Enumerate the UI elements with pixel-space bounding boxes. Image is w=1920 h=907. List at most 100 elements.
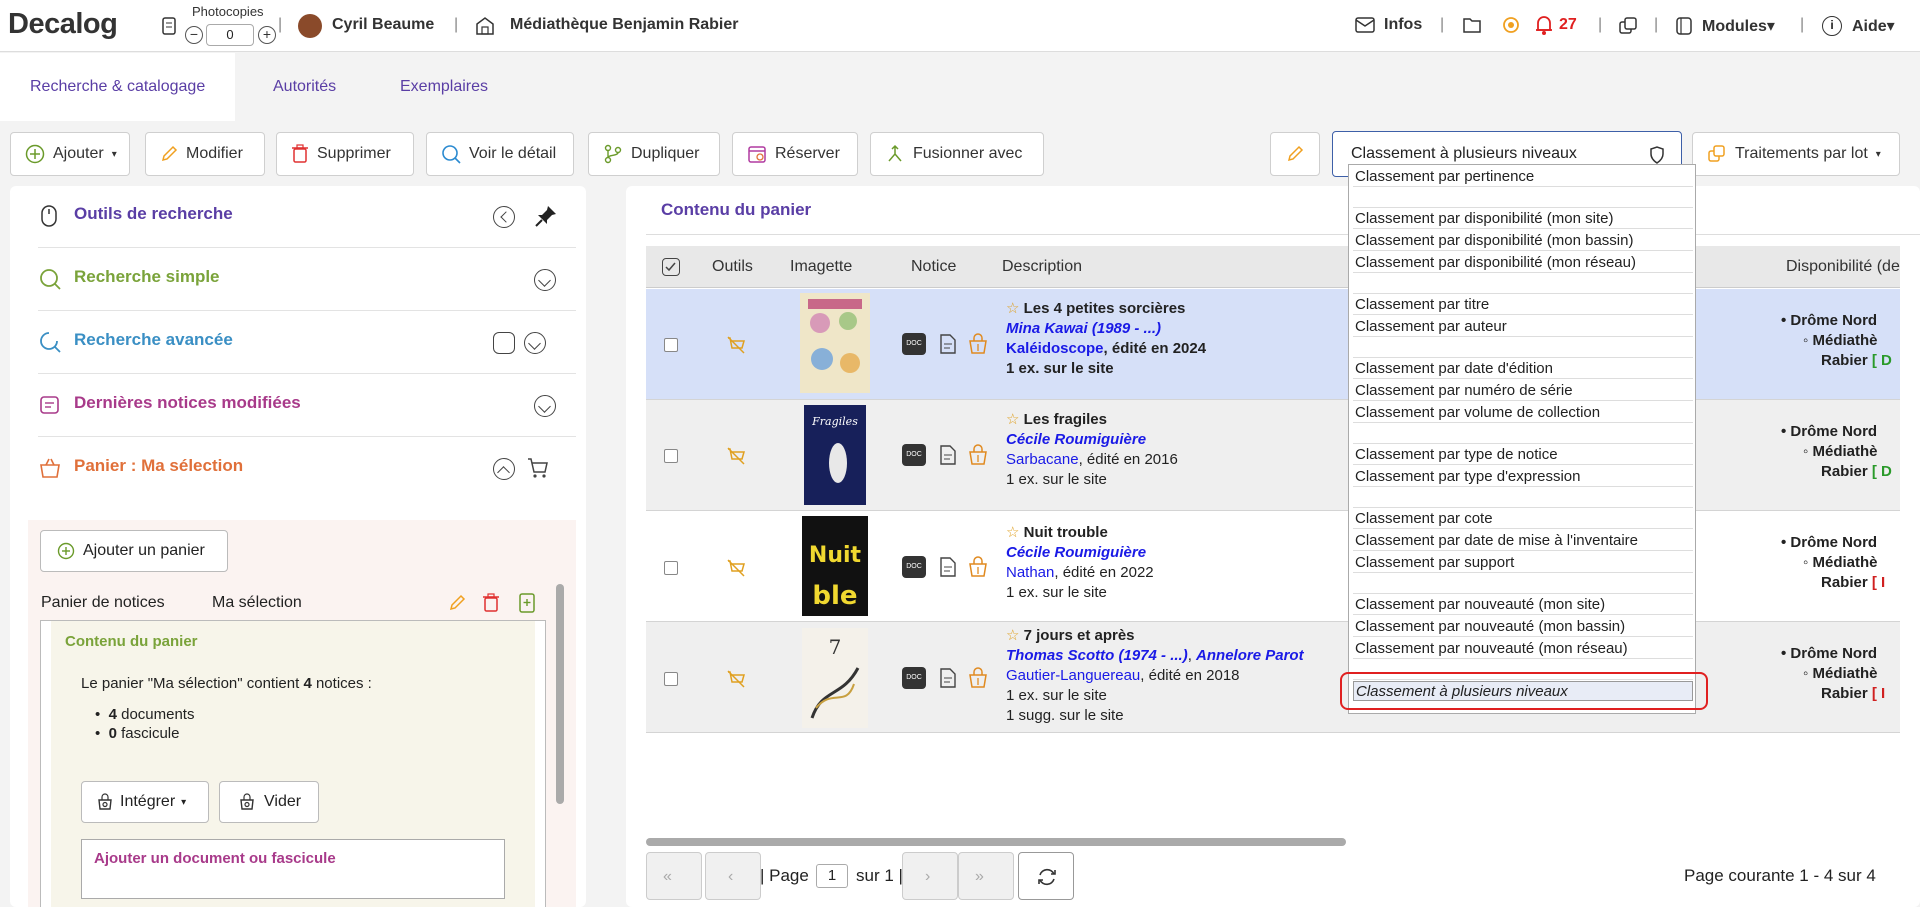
row-title[interactable]: 7 jours et après bbox=[1024, 627, 1135, 644]
edit-sort-button[interactable] bbox=[1270, 132, 1320, 176]
select-all-checkbox[interactable] bbox=[662, 258, 680, 276]
square-icon[interactable] bbox=[493, 332, 515, 354]
row-checkbox[interactable] bbox=[664, 561, 678, 575]
broadcast-icon[interactable] bbox=[1500, 14, 1522, 36]
sidebar-item-panier[interactable]: Panier : Ma sélection bbox=[38, 438, 576, 500]
sort-option[interactable]: Classement par auteur bbox=[1353, 317, 1693, 337]
row-checkbox[interactable] bbox=[664, 449, 678, 463]
doc-icon[interactable]: DOC bbox=[902, 333, 926, 355]
sort-option[interactable]: Classement par pertinence bbox=[1353, 167, 1693, 187]
cover-image[interactable] bbox=[800, 293, 870, 393]
chevron-down-icon[interactable] bbox=[524, 332, 546, 354]
cart-icon[interactable] bbox=[526, 456, 550, 480]
sort-option[interactable]: Classement par date de mise à l'inventai… bbox=[1353, 531, 1693, 551]
notice-icon[interactable] bbox=[938, 444, 958, 466]
row-publisher[interactable]: Sarbacane bbox=[1006, 451, 1079, 468]
sort-option[interactable]: Classement par disponibilité (mon site) bbox=[1353, 209, 1693, 229]
merge-button[interactable]: Fusionner avec bbox=[870, 132, 1044, 176]
sort-option[interactable]: Classement par titre bbox=[1353, 295, 1693, 315]
duplicate-button[interactable]: Dupliquer bbox=[588, 132, 720, 176]
user-avatar[interactable] bbox=[298, 14, 322, 38]
row-author-2[interactable]: Annelore Parot bbox=[1196, 647, 1304, 664]
view-detail-button[interactable]: Voir le détail bbox=[426, 132, 574, 176]
basket-icon[interactable] bbox=[968, 556, 988, 578]
basket-name[interactable]: Ma sélection bbox=[212, 594, 302, 612]
first-page-button[interactable]: « bbox=[646, 852, 702, 900]
row-publisher[interactable]: Nathan bbox=[1006, 564, 1054, 581]
table-row[interactable]: 7 DOC ☆ 7 jours et après Thomas Scotto (… bbox=[646, 622, 1900, 733]
chevron-down-icon[interactable] bbox=[534, 269, 556, 291]
remove-cart-icon[interactable] bbox=[726, 335, 746, 355]
sort-option[interactable]: Classement par date d'édition bbox=[1353, 359, 1693, 379]
sort-option[interactable]: Classement par nouveauté (mon site) bbox=[1353, 595, 1693, 615]
prev-page-button[interactable]: ‹ bbox=[705, 852, 761, 900]
star-icon[interactable]: ☆ bbox=[1006, 411, 1019, 428]
table-row[interactable]: Nuit ble DOC ☆ Nuit trouble Cécile Roumig… bbox=[646, 511, 1900, 622]
row-title[interactable]: Nuit trouble bbox=[1024, 524, 1108, 541]
row-publisher[interactable]: Gautier-Languereau bbox=[1006, 667, 1140, 684]
row-title[interactable]: Les fragiles bbox=[1024, 411, 1107, 428]
bell-icon[interactable] bbox=[1534, 14, 1554, 36]
user-name[interactable]: Cyril Beaume bbox=[332, 16, 434, 34]
last-page-button[interactable]: » bbox=[958, 852, 1014, 900]
cover-image[interactable]: 7 bbox=[802, 628, 868, 728]
tab-autorites[interactable]: Autorités bbox=[243, 53, 366, 121]
reserve-button[interactable]: Réserver bbox=[732, 132, 858, 176]
photocopies-count-input[interactable]: 0 bbox=[206, 24, 254, 46]
table-row[interactable]: DOC ☆ Les 4 petites sorcières Mina Kawai… bbox=[646, 289, 1900, 400]
edit-button[interactable]: Modifier bbox=[145, 132, 265, 176]
integrate-button[interactable]: Intégrer ▾ bbox=[81, 781, 209, 823]
notice-icon[interactable] bbox=[938, 556, 958, 578]
col-description[interactable]: Description bbox=[1002, 246, 1082, 288]
notice-icon[interactable] bbox=[938, 667, 958, 689]
row-author[interactable]: Mina Kawai (1989 - ...) bbox=[1006, 319, 1206, 339]
sort-option[interactable]: Classement par support bbox=[1353, 553, 1693, 573]
basket-icon[interactable] bbox=[968, 333, 988, 355]
cover-image[interactable]: Nuit ble bbox=[802, 516, 868, 616]
add-button[interactable]: Ajouter ▾ bbox=[10, 132, 130, 176]
tab-exemplaires[interactable]: Exemplaires bbox=[370, 53, 518, 121]
sidebar-item-recherche-simple[interactable]: Recherche simple bbox=[38, 249, 576, 311]
cover-image[interactable]: Fragiles bbox=[804, 405, 866, 505]
photocopies-plus-button[interactable]: + bbox=[258, 26, 276, 44]
refresh-button[interactable] bbox=[1018, 852, 1074, 900]
windows-icon[interactable] bbox=[1618, 16, 1638, 36]
notice-icon[interactable] bbox=[938, 333, 958, 355]
collapse-left-icon[interactable] bbox=[493, 206, 515, 228]
batch-button[interactable]: Traitements par lot ▾ bbox=[1692, 132, 1900, 176]
remove-cart-icon[interactable] bbox=[726, 558, 746, 578]
tab-recherche[interactable]: Recherche & catalogage bbox=[0, 53, 236, 121]
sort-option[interactable]: Classement par disponibilité (mon réseau… bbox=[1353, 253, 1693, 273]
trash-icon[interactable] bbox=[482, 593, 500, 613]
doc-icon[interactable]: DOC bbox=[902, 444, 926, 466]
row-author[interactable]: Cécile Roumiguière bbox=[1006, 543, 1154, 563]
pin-icon[interactable] bbox=[534, 204, 558, 228]
pencil-icon[interactable] bbox=[448, 594, 466, 612]
left-scrollbar[interactable] bbox=[556, 584, 564, 804]
row-checkbox[interactable] bbox=[664, 338, 678, 352]
row-publisher[interactable]: Kaléidoscope bbox=[1006, 340, 1104, 357]
empty-basket-button[interactable]: Vider bbox=[219, 781, 319, 823]
basket-icon[interactable] bbox=[968, 444, 988, 466]
remove-cart-icon[interactable] bbox=[726, 446, 746, 466]
photocopies-minus-button[interactable]: − bbox=[185, 26, 203, 44]
star-icon[interactable]: ☆ bbox=[1006, 300, 1019, 317]
sort-option[interactable]: Classement par numéro de série bbox=[1353, 381, 1693, 401]
sidebar-item-dernieres-notices[interactable]: Dernières notices modifiées bbox=[38, 375, 576, 437]
folder-icon[interactable] bbox=[1462, 15, 1482, 35]
star-icon[interactable]: ☆ bbox=[1006, 524, 1019, 541]
sort-option[interactable]: Classement par cote bbox=[1353, 509, 1693, 529]
row-author[interactable]: Cécile Roumiguière bbox=[1006, 430, 1178, 450]
chevron-up-icon[interactable] bbox=[493, 458, 515, 480]
horizontal-scrollbar[interactable] bbox=[646, 838, 1346, 846]
sort-option[interactable]: Classement par nouveauté (mon bassin) bbox=[1353, 617, 1693, 637]
help-menu[interactable]: Aide▾ bbox=[1852, 16, 1895, 36]
sort-option[interactable]: Classement par volume de collection bbox=[1353, 403, 1693, 423]
col-dispo[interactable]: Disponibilité (de bbox=[1786, 246, 1900, 288]
doc-icon[interactable]: DOC bbox=[902, 667, 926, 689]
doc-icon[interactable]: DOC bbox=[902, 556, 926, 578]
sort-option[interactable]: Classement par disponibilité (mon bassin… bbox=[1353, 231, 1693, 251]
next-page-button[interactable]: › bbox=[902, 852, 958, 900]
sort-option[interactable]: Classement par nouveauté (mon réseau) bbox=[1353, 639, 1693, 659]
sort-option[interactable]: Classement par type de notice bbox=[1353, 445, 1693, 465]
